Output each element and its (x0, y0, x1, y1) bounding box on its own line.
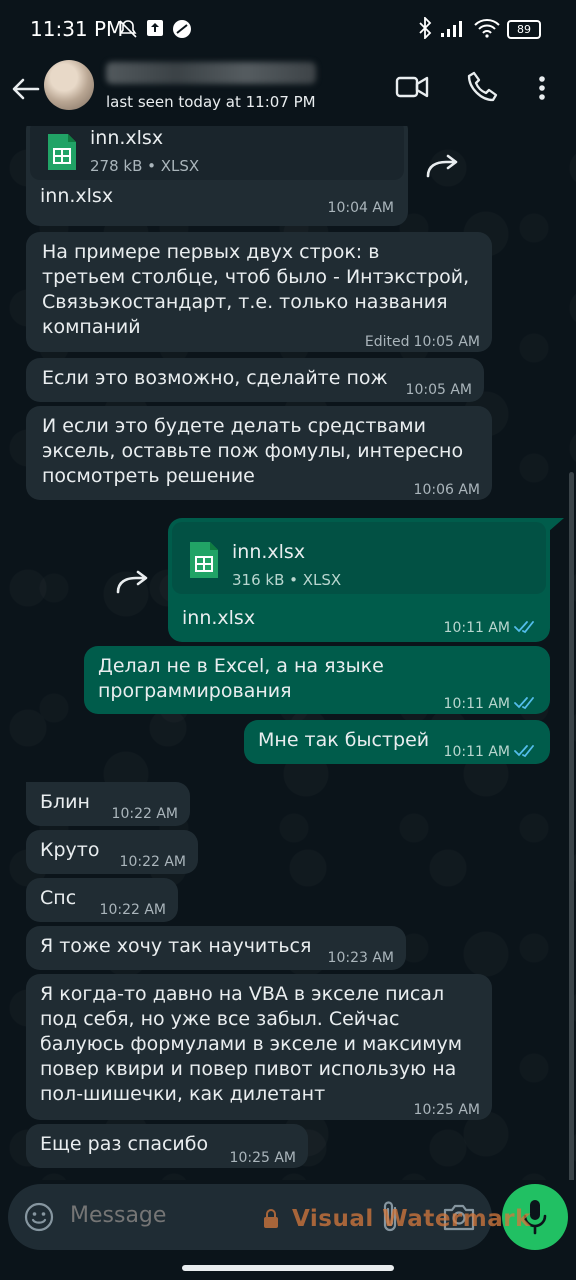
message-incoming[interactable]: И если это будете делать средствами эксе… (26, 406, 492, 500)
message-outgoing[interactable]: Делал не в Excel, а на языке программиро… (84, 646, 550, 714)
message-incoming[interactable]: Я когда-то давно на VBA в экселе писал п… (26, 974, 492, 1120)
message-time: 10:11 AM (443, 696, 510, 712)
message-incoming[interactable]: Если это возможно, сделайте пож 10:05 AM (26, 358, 484, 402)
forward-icon[interactable] (114, 566, 150, 596)
visual-watermark: Visual Watermark (262, 1206, 531, 1232)
bluetooth-icon (419, 17, 432, 39)
message-time: 10:05 AM (405, 382, 472, 398)
notifications-off-icon (119, 20, 137, 38)
message-text: Я когда-то давно на VBA в экселе писал п… (40, 983, 463, 1105)
message-text: inn.xlsx (40, 185, 114, 207)
back-arrow-icon[interactable] (8, 72, 42, 106)
chat-header: last seen today at 11:07 PM (0, 58, 576, 126)
message-text: Мне так быстрей (258, 729, 430, 751)
message-incoming[interactable]: Еще раз спасибо 10:25 AM (26, 1124, 308, 1168)
message-time: 10:22 AM (99, 902, 166, 918)
message-time: 10:22 AM (111, 806, 178, 822)
message-time: 10:22 AM (119, 854, 186, 870)
file-attachment[interactable]: inn.xlsx 278 kB • XLSX (30, 126, 404, 180)
message-time: 10:23 AM (327, 950, 394, 966)
message-text: Делал не в Excel, а на языке программиро… (98, 655, 384, 702)
scrollbar[interactable] (569, 472, 574, 1180)
edited-label: Edited (364, 334, 410, 350)
message-text: Я тоже хочу так научиться (40, 935, 312, 957)
contact-avatar[interactable] (44, 60, 94, 110)
message-incoming[interactable]: Блин 10:22 AM (26, 782, 190, 826)
voice-call-icon[interactable] (466, 70, 498, 104)
message-text: Круто (40, 839, 100, 861)
message-meta: 10:11 AM (444, 692, 538, 717)
message-incoming[interactable]: Спс 10:22 AM (26, 878, 178, 922)
message-time: 10:25 AM (229, 1150, 296, 1166)
message-text: Блин (40, 791, 90, 813)
message-time: 10:25 AM (413, 1102, 480, 1118)
message-text: И если это будете делать средствами эксе… (42, 415, 464, 487)
message-outgoing-file[interactable]: inn.xlsx 316 kB • XLSX inn.xlsx 10:11 AM (168, 518, 550, 642)
video-call-icon[interactable] (395, 72, 429, 102)
status-bar: 11:31 PM 89 (0, 0, 576, 58)
message-incoming[interactable]: На примере первых двух строк: в третьем … (26, 232, 492, 352)
spreadsheet-file-icon (190, 542, 218, 578)
emoji-icon[interactable] (24, 1202, 54, 1232)
contact-name-redacted[interactable] (106, 62, 316, 84)
more-options-icon[interactable] (532, 72, 552, 104)
message-incoming[interactable]: Я тоже хочу так научиться 10:23 AM (26, 926, 406, 970)
lock-icon (264, 1209, 278, 1228)
message-outgoing[interactable]: Мне так быстрей 10:11 AM (244, 720, 550, 764)
message-time: 10:11 AM (443, 620, 510, 636)
message-text: inn.xlsx (182, 607, 256, 629)
read-receipt-icon (514, 697, 534, 710)
upload-icon (147, 20, 163, 36)
chat-area[interactable]: inn.xlsx 278 kB • XLSX inn.xlsx 10:04 AM… (0, 126, 576, 1180)
file-name: inn.xlsx (232, 541, 306, 563)
last-seen-status: last seen today at 11:07 PM (106, 93, 316, 111)
file-size: 316 kB • XLSX (232, 571, 342, 589)
message-meta: 10:11 AM (444, 740, 538, 765)
system-nav-bar (0, 1254, 576, 1280)
file-size: 278 kB • XLSX (90, 157, 200, 175)
app-notification-icon (173, 20, 191, 38)
message-incoming[interactable]: Круто 10:22 AM (26, 830, 198, 874)
message-time: 10:06 AM (413, 482, 480, 498)
watermark-text: Visual Watermark (292, 1206, 531, 1232)
status-time: 11:31 PM (30, 17, 124, 41)
message-text: Спс (40, 887, 77, 909)
message-time: 10:05 AM (413, 334, 480, 350)
file-name: inn.xlsx (90, 127, 164, 149)
file-attachment[interactable]: inn.xlsx 316 kB • XLSX (172, 522, 546, 594)
message-time: 10:04 AM (327, 200, 394, 216)
message-text: Если это возможно, сделайте пож (42, 367, 388, 389)
message-incoming-file[interactable]: inn.xlsx 278 kB • XLSX inn.xlsx 10:04 AM (26, 126, 408, 226)
wifi-icon (474, 19, 500, 38)
spreadsheet-file-icon (48, 134, 76, 170)
bubble-tail (548, 518, 564, 532)
forward-icon[interactable] (424, 150, 460, 180)
home-gesture-handle[interactable] (182, 1265, 394, 1271)
read-receipt-icon (514, 621, 534, 634)
signal-icon (441, 21, 462, 37)
battery-indicator: 89 (507, 20, 541, 39)
message-text: На примере первых двух строк: в третьем … (42, 241, 470, 338)
message-meta: 10:11 AM (444, 616, 538, 641)
read-receipt-icon (514, 745, 534, 758)
message-time: 10:11 AM (443, 744, 510, 760)
message-text: Еще раз спасибо (40, 1133, 209, 1155)
message-meta: Edited 10:05 AM (365, 330, 480, 355)
